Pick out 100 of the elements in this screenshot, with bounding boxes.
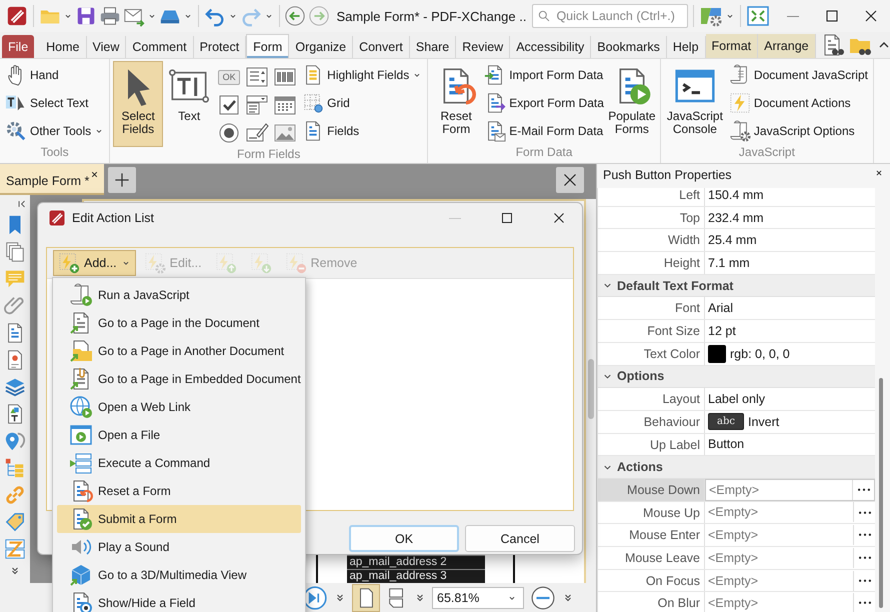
property-value[interactable]: Arial [708, 301, 734, 316]
radio-button-icon[interactable] [217, 121, 242, 145]
double-chevron-icon[interactable] [414, 592, 426, 604]
zoom-out-icon[interactable] [530, 584, 556, 610]
dialog-button[interactable]: OK [349, 525, 459, 552]
menu-item[interactable]: Open a File [57, 421, 301, 449]
layers-icon[interactable] [4, 376, 26, 398]
behaviour-sample[interactable]: abc [708, 413, 744, 430]
ribbon-tab[interactable]: Arrange [758, 34, 816, 58]
property-value[interactable]: <Empty> [709, 482, 760, 497]
form-field[interactable]: ap_mail_address 2 [346, 555, 484, 569]
property-value[interactable]: 12 pt [708, 324, 736, 338]
ribbon-tab[interactable]: Format [706, 34, 758, 58]
dialog-button[interactable]: Cancel [465, 525, 575, 552]
menu-item-label: Show/Hide a Field [98, 596, 196, 610]
collapse-icon[interactable] [17, 199, 27, 209]
checkbox-icon[interactable] [217, 93, 242, 117]
new-tab-button[interactable] [108, 166, 136, 192]
property-value[interactable]: Button [708, 437, 744, 452]
property-value[interactable]: Invert [748, 414, 780, 429]
ribbon-button[interactable]: Other Tools [3, 117, 106, 145]
property-value[interactable]: 150.4 mm [708, 188, 764, 202]
property-value[interactable]: Label only [708, 392, 765, 406]
menu-item[interactable]: Go to a Page in the Document [57, 309, 301, 337]
vertical-scrollbar[interactable] [586, 199, 596, 583]
tree-icon[interactable] [4, 457, 26, 479]
form-zigzag-icon[interactable] [4, 538, 26, 560]
menu-item[interactable]: Go to a Page in Embedded Document [57, 365, 301, 393]
dialog-title: Edit Action List [72, 211, 154, 225]
zoom-dropdown[interactable]: 65.81% [432, 586, 524, 608]
property-value[interactable]: 7.1 mm [708, 256, 750, 270]
menu-item[interactable]: Submit a Form [57, 505, 301, 533]
menu-item[interactable]: Open a Web Link [57, 393, 301, 421]
single-page-button[interactable] [352, 584, 380, 612]
pages-icon[interactable] [4, 241, 26, 263]
ribbon-button[interactable]: E-Mail Form Data [482, 117, 606, 145]
property-value[interactable]: <Empty> [708, 550, 758, 565]
toolbar-button[interactable]: Add... [53, 250, 136, 276]
ribbon-button[interactable]: JavaScript Options [726, 117, 870, 145]
ribbon-button[interactable]: Reset Form [431, 61, 482, 145]
ribbon-tab[interactable]: File [2, 35, 34, 58]
quick-launch-field[interactable]: Quick Launch (Ctrl+.) [532, 4, 688, 28]
section-header[interactable]: Actions [598, 456, 875, 479]
ribbon-button[interactable]: Export Form Data [482, 89, 606, 117]
double-chevron-icon[interactable] [334, 592, 346, 604]
property-value[interactable]: rgb: 0, 0, 0 [730, 346, 790, 361]
push-button-tool[interactable]: OK [218, 70, 240, 84]
section-header[interactable]: Options [598, 366, 875, 388]
printer-icon[interactable] [98, 5, 121, 27]
ribbon-button[interactable]: Select Fields [113, 61, 164, 147]
property-value[interactable]: <Empty> [708, 505, 758, 520]
search-icon [537, 9, 552, 23]
ribbon-tab[interactable]: Form [246, 34, 290, 58]
ribbon-button[interactable]: Import Form Data [482, 61, 606, 89]
property-value[interactable]: 232.4 mm [708, 210, 764, 225]
property-label: Mouse Up [598, 502, 705, 524]
location-pins-icon[interactable] [4, 430, 26, 452]
property-label: Font [598, 297, 705, 320]
form-field[interactable]: ap_mail_address 3 [346, 569, 484, 583]
menu-item[interactable]: Go to a Page in Another Document [57, 337, 301, 365]
small-close-icon[interactable] [874, 168, 884, 178]
ribbon-button[interactable]: Grid [300, 89, 424, 117]
menu-item[interactable]: Play a Sound [57, 533, 301, 561]
property-label: Font Size [598, 320, 705, 342]
property-value[interactable]: <Empty> [708, 574, 758, 588]
ribbon-button[interactable]: Highlight Fields [300, 61, 424, 89]
ribbon-button[interactable]: Text [164, 61, 214, 147]
group-label: JavaScript [738, 145, 796, 161]
paperclip-icon[interactable] [4, 295, 26, 317]
menu-item[interactable]: Show/Hide a Field [57, 589, 301, 612]
expand-icon[interactable] [746, 4, 770, 28]
section-header[interactable]: Default Text Format [598, 274, 875, 298]
dropdown-list-icon[interactable] [245, 93, 270, 117]
menu-item[interactable]: Go to a 3D/Multimedia View [57, 561, 301, 589]
ribbon-button[interactable]: Document Actions [726, 89, 870, 117]
ribbon-button[interactable]: Populate Forms [606, 61, 657, 145]
property-value[interactable]: <Empty> [708, 596, 758, 610]
double-chevron-icon[interactable] [9, 565, 21, 577]
ribbon-button[interactable]: Document JavaScript [726, 61, 870, 89]
ribbon-button[interactable]: Fields [300, 117, 424, 145]
more-dots-icon [858, 578, 872, 582]
menu-item[interactable]: Run a JavaScript [57, 281, 301, 309]
tag-icon[interactable] [4, 511, 26, 533]
group-label: Tools [40, 145, 70, 161]
property-value[interactable]: 25.4 mm [708, 233, 757, 248]
property-label: Height [598, 252, 705, 274]
close-document-button[interactable] [556, 166, 584, 192]
app-logo-icon[interactable] [6, 5, 28, 27]
menu-item-label: Go to a Page in Another Document [98, 344, 284, 358]
menu-item[interactable]: Reset a Form [57, 477, 301, 505]
menu-item[interactable]: Execute a Command [57, 449, 301, 477]
document-tab[interactable]: Sample Form * [0, 164, 104, 195]
ribbon-button[interactable]: JavaScript Console [664, 61, 726, 145]
color-swatch[interactable] [708, 344, 726, 363]
double-chevron-icon[interactable] [562, 592, 574, 604]
ribbon-button[interactable]: Hand [3, 61, 106, 89]
property-value[interactable]: <Empty> [708, 528, 758, 542]
document-tab-title: Sample Form * [6, 174, 90, 188]
ribbon-button[interactable]: Select Text [3, 89, 106, 117]
list-spinner-icon[interactable] [245, 65, 270, 89]
